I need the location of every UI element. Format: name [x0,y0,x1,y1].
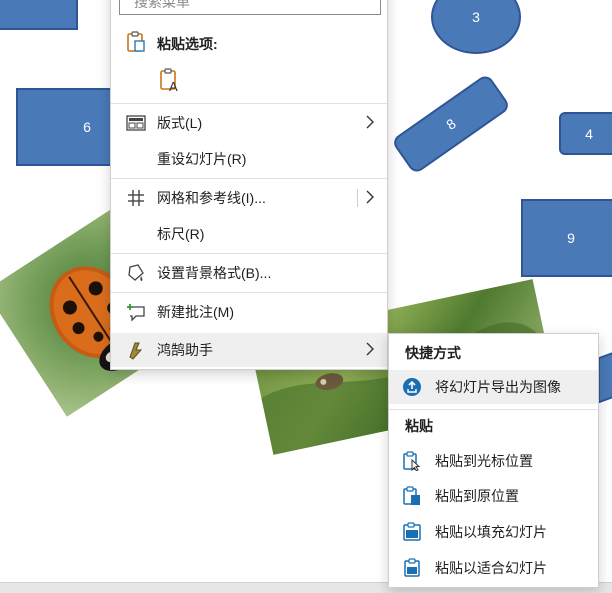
shape-circle-3[interactable]: 3 [431,0,521,54]
menu-item-label: 粘贴到原位置 [435,488,519,504]
paste-in-place-icon [401,485,423,507]
menu-item-label: 设置背景格式(B)... [157,265,272,281]
menu-item-layout[interactable]: 版式(L) [111,106,387,140]
chevron-right-icon [366,115,374,129]
menu-item-label: 将幻灯片导出为图像 [435,379,561,395]
shape-partial-right[interactable] [598,346,612,404]
grid-icon [125,187,147,209]
addin-icon [125,339,147,361]
chevron-right-icon[interactable] [363,189,377,205]
context-menu: 搜索菜单 粘贴选项: A 版式(L) 重设幻灯片(R) 网格和参考线(I)...… [110,0,388,370]
menu-item-label: 网格和参考线(I)... [157,190,266,206]
section-header-label: 快捷方式 [405,345,461,361]
shortcut-section-header: 快捷方式 [405,343,461,363]
paste-options-label: 粘贴选项: [157,36,218,52]
menu-item-label: 粘贴以适合幻灯片 [435,560,547,576]
menu-item-label: 标尺(R) [157,226,205,242]
menu-item-label: 新建批注(M) [157,304,234,320]
menu-item-label: 版式(L) [157,115,203,131]
paste-cursor-icon [401,450,423,472]
separator [111,103,387,104]
search-input[interactable]: 搜索菜单 [119,0,381,15]
paste-fit-icon [401,557,423,579]
format-background-icon [125,262,147,284]
menu-item-export-slide-as-image[interactable]: 将幻灯片导出为图像 [389,370,598,404]
chevron-right-icon [366,342,374,356]
shape-rectangle-9[interactable]: 9 [521,199,612,277]
shape-rounded-rectangle-4[interactable]: 4 [559,112,612,155]
menu-item-paste-fit-slide[interactable]: 粘贴以适合幻灯片 [389,551,598,585]
menu-item-reset-slide[interactable]: 重设幻灯片(R) [111,142,387,176]
search-placeholder: 搜索菜单 [134,0,190,10]
separator [111,292,387,293]
paste-options-header: 粘贴选项: [111,25,387,59]
new-comment-icon [125,301,147,323]
paste-fill-icon [401,521,423,543]
menu-item-ruler[interactable]: 标尺(R) [111,217,387,251]
separator [111,178,387,179]
menu-item-paste-at-cursor[interactable]: 粘贴到光标位置 [389,444,598,478]
paste-keep-text-only-button[interactable]: A [155,65,185,95]
export-icon [401,376,423,398]
menu-item-paste-fill-slide[interactable]: 粘贴以填充幻灯片 [389,515,598,549]
menu-item-format-background[interactable]: 设置背景格式(B)... [111,256,387,290]
shape-rounded-rectangle-8[interactable]: 8 [390,72,512,176]
shape-rectangle-top-left[interactable] [0,0,78,30]
menu-item-label: 粘贴以填充幻灯片 [435,524,547,540]
split-divider [357,189,358,207]
menu-item-honghu-assistant[interactable]: 鸿鹄助手 [111,333,387,367]
separator [111,253,387,254]
menu-item-label: 鸿鹄助手 [157,342,213,358]
menu-item-new-comment[interactable]: 新建批注(M) [111,295,387,329]
menu-item-grid-and-guides[interactable]: 网格和参考线(I)... [111,181,387,215]
honghu-submenu: 快捷方式 将幻灯片导出为图像 粘贴 粘贴到光标位置 粘贴到原位置 粘贴以填充幻灯… [388,333,599,588]
menu-item-label: 粘贴到光标位置 [435,453,533,469]
paste-text-only-icon: A [160,68,178,93]
menu-item-label: 重设幻灯片(R) [157,151,247,167]
section-header-label: 粘贴 [405,418,433,434]
paste-section-header: 粘贴 [405,416,433,436]
layout-icon [125,112,147,134]
clipboard-icon [125,31,147,53]
menu-item-paste-in-place[interactable]: 粘贴到原位置 [389,479,598,513]
separator [389,409,598,410]
svg-text:A: A [169,79,178,93]
